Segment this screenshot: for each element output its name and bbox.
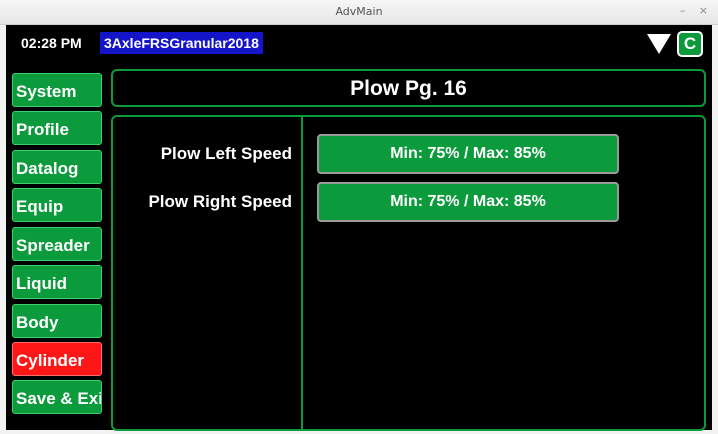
top-bar: 02:28 PM 3AxleFRSGranular2018 C <box>6 25 712 63</box>
app-window: AdvMain – × 02:28 PM 3AxleFRSGranular201… <box>0 0 718 434</box>
nav-profile-button[interactable]: Profile <box>12 111 102 145</box>
clock: 02:28 PM <box>21 35 82 51</box>
profile-name: 3AxleFRSGranular2018 <box>100 32 263 54</box>
c-button[interactable]: C <box>677 31 703 57</box>
nav-datalog-button[interactable]: Datalog <box>12 150 102 184</box>
nav-spreader-button[interactable]: Spreader <box>12 227 102 261</box>
minimize-icon[interactable]: – <box>680 4 686 17</box>
app-area: 02:28 PM 3AxleFRSGranular2018 C System P… <box>6 25 712 431</box>
window-titlebar: AdvMain – × <box>0 0 718 25</box>
plow-right-speed-button[interactable]: Min: 75% / Max: 85% <box>317 182 619 222</box>
panel-divider <box>301 117 303 429</box>
nav-equip-button[interactable]: Equip <box>12 188 102 222</box>
nav-cylinder-button[interactable]: Cylinder <box>12 342 102 376</box>
nav-liquid-button[interactable]: Liquid <box>12 265 102 299</box>
down-triangle-icon[interactable] <box>647 34 671 54</box>
nav-body-button[interactable]: Body <box>12 304 102 338</box>
page-header: Plow Pg. 16 <box>111 69 706 107</box>
window-controls: – × <box>670 4 708 17</box>
nav-system-button[interactable]: System <box>12 73 102 107</box>
window-title: AdvMain <box>335 5 383 18</box>
nav-save-exit-button[interactable]: Save & Exit <box>12 380 102 414</box>
settings-panel: Plow Left Speed Min: 75% / Max: 85% Plow… <box>111 115 706 431</box>
close-icon[interactable]: × <box>699 4 708 17</box>
plow-right-speed-label: Plow Right Speed <box>148 192 292 211</box>
plow-left-speed-button[interactable]: Min: 75% / Max: 85% <box>317 134 619 174</box>
page-title: Plow Pg. 16 <box>350 77 467 100</box>
plow-left-speed-label: Plow Left Speed <box>160 144 292 163</box>
